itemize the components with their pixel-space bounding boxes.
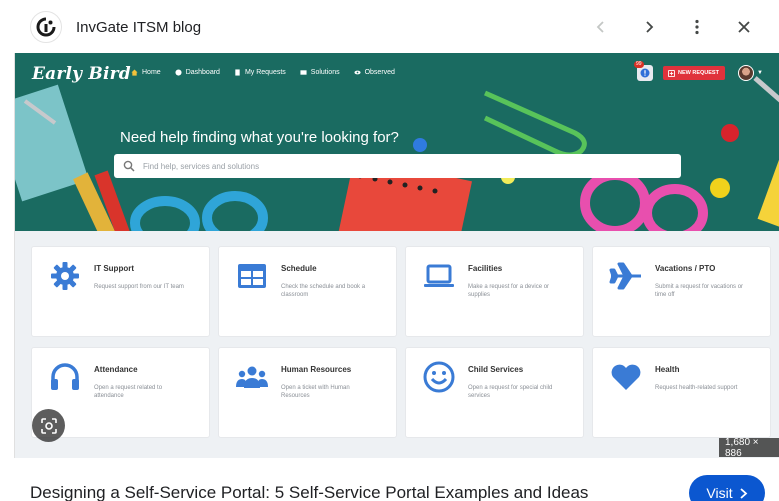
nav-solutions-label: Solutions (310, 69, 340, 76)
search-bar (114, 154, 681, 178)
service-description: Request support from our IT team (94, 284, 184, 290)
search-icon (123, 160, 135, 172)
calendar-grid-icon (238, 264, 266, 288)
service-title: Facilities (468, 264, 503, 273)
people-icon (236, 366, 268, 388)
heart-icon (611, 364, 641, 390)
smiley-icon (423, 361, 455, 393)
headphones-icon (51, 363, 79, 390)
notifications-button[interactable]: 99 (634, 61, 653, 81)
service-card-child-services[interactable]: Child Services Open a request for specia… (406, 348, 583, 437)
service-description: Request health-related support (655, 385, 738, 391)
more-options-button[interactable] (684, 14, 710, 40)
nav-solutions[interactable]: Solutions (300, 69, 340, 76)
close-button[interactable] (731, 14, 757, 40)
more-vert-icon (695, 19, 699, 35)
airplane-icon (609, 262, 641, 290)
dashboard-icon (175, 69, 182, 76)
previous-button[interactable] (588, 14, 614, 40)
service-card-facilities[interactable]: Facilities Make a request for a device o… (406, 247, 583, 336)
invgate-logo-icon (36, 17, 56, 37)
chevron-left-icon (596, 21, 604, 33)
service-title: Vacations / PTO (655, 264, 716, 273)
image-dimensions-badge: 1,680 × 886 (719, 437, 779, 459)
home-icon (131, 69, 138, 76)
user-avatar[interactable] (738, 65, 754, 81)
service-description: Submit a request for vacations or time o… (655, 284, 744, 298)
user-menu-caret-icon[interactable]: ▼ (757, 70, 763, 76)
close-icon (738, 21, 750, 33)
nav-dashboard-label: Dashboard (185, 69, 220, 76)
service-description: Open a request related to attendance (94, 385, 163, 399)
service-title: Human Resources (281, 365, 352, 374)
service-card-it-support[interactable]: IT Support Request support from our IT t… (32, 247, 209, 336)
service-card-human-resources[interactable]: Human Resources Open a ticket with Human… (219, 348, 396, 437)
service-card-schedule[interactable]: Schedule Check the schedule and book a c… (219, 247, 396, 336)
chevron-right-icon (646, 21, 654, 33)
service-description: Check the schedule and book a classroom (281, 284, 366, 298)
viewer-header: InvGate ITSM blog (0, 0, 779, 53)
lens-search-button[interactable] (32, 409, 65, 442)
new-request-label: NEW REQUEST (678, 70, 719, 76)
chevron-right-icon (739, 487, 747, 499)
nav-my-requests-label: My Requests (244, 69, 286, 76)
service-title: Health (655, 365, 680, 374)
service-title: Child Services (468, 365, 524, 374)
visit-label: Visit (706, 485, 733, 501)
portal-nav: Home Dashboard My Requests Solutions Obs… (131, 69, 395, 76)
requests-icon (235, 69, 240, 76)
nav-observed[interactable]: Observed (354, 69, 395, 76)
service-description: Make a request for a device or supplies (468, 284, 550, 298)
search-input[interactable] (143, 161, 663, 171)
gear-icon (51, 262, 79, 290)
next-button[interactable] (636, 14, 662, 40)
service-card-health[interactable]: Health Request health-related support (593, 348, 770, 437)
new-request-button[interactable]: NEW REQUEST (663, 66, 725, 80)
hero-banner: Early Bird Home Dashboard My Requests So… (15, 53, 779, 231)
hero-title: Need help finding what you're looking fo… (120, 129, 399, 146)
service-title: IT Support (94, 264, 134, 273)
eye-icon (354, 70, 361, 75)
site-name[interactable]: InvGate ITSM blog (76, 19, 201, 36)
nav-my-requests[interactable]: My Requests (234, 69, 286, 76)
laptop-icon (424, 264, 454, 287)
notification-badge: 99 (634, 61, 644, 68)
portal-screenshot: Early Bird Home Dashboard My Requests So… (14, 53, 779, 458)
service-description: Open a ticket with Human Resources (281, 385, 350, 399)
nav-home-label: Home (142, 69, 161, 76)
service-title: Attendance (94, 365, 138, 374)
nav-dashboard[interactable]: Dashboard (175, 69, 220, 76)
alert-icon (640, 68, 650, 78)
article-title[interactable]: Designing a Self-Service Portal: 5 Self-… (30, 483, 588, 501)
service-title: Schedule (281, 264, 317, 273)
portal-logo[interactable]: Early Bird (32, 64, 131, 84)
lens-icon (40, 417, 57, 434)
service-description: Open a request for special child service… (468, 385, 553, 399)
nav-home[interactable]: Home (131, 69, 161, 76)
solutions-icon (300, 70, 307, 75)
site-logo[interactable] (30, 11, 62, 43)
service-card-vacations[interactable]: Vacations / PTO Submit a request for vac… (593, 247, 770, 336)
new-request-icon (668, 69, 675, 77)
visit-button[interactable]: Visit (689, 475, 765, 501)
nav-observed-label: Observed (364, 69, 395, 76)
